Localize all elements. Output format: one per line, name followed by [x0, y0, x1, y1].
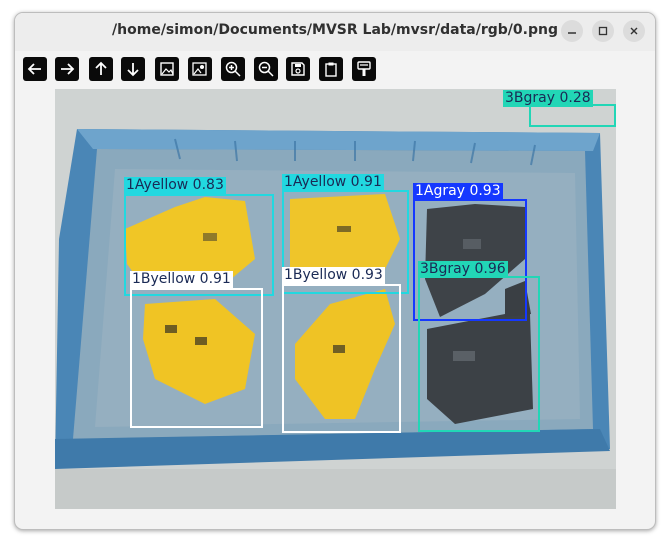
- arrow-up-icon: [95, 61, 107, 75]
- forward-button[interactable]: [55, 57, 79, 81]
- detection-label: 3Bgray 0.28: [503, 90, 593, 107]
- zoom-out-button[interactable]: [254, 57, 278, 81]
- fit-image-button[interactable]: [155, 57, 179, 81]
- detection-label: 1Agray 0.93: [413, 183, 503, 200]
- minimize-button[interactable]: [561, 20, 583, 42]
- clipboard-icon: [325, 62, 337, 77]
- detection-label: 1Ayellow 0.83: [124, 177, 226, 194]
- maximize-button[interactable]: [592, 20, 614, 42]
- image-settings-button[interactable]: [188, 57, 212, 81]
- back-button[interactable]: [23, 57, 47, 81]
- zoom-in-icon: [225, 61, 241, 77]
- close-icon: [630, 27, 638, 35]
- arrow-down-icon: [127, 63, 139, 77]
- detection-label: 1Byellow 0.93: [282, 267, 385, 284]
- image-person-icon: [192, 62, 207, 76]
- save-icon: [291, 62, 305, 76]
- title-bar[interactable]: /home/simon/Documents/MVSR Lab/mvsr/data…: [15, 13, 655, 51]
- detection-label: 3Bgray 0.96: [418, 261, 508, 278]
- zoom-out-icon: [258, 61, 274, 77]
- image-icon: [160, 62, 174, 76]
- detection-box: [529, 104, 616, 127]
- paint-button[interactable]: [352, 57, 376, 81]
- clipboard-button[interactable]: [319, 57, 343, 81]
- paint-icon: [357, 61, 371, 76]
- window-title: /home/simon/Documents/MVSR Lab/mvsr/data…: [112, 22, 558, 38]
- image-viewer-window: /home/simon/Documents/MVSR Lab/mvsr/data…: [14, 12, 656, 530]
- zoom-in-button[interactable]: [221, 57, 245, 81]
- maximize-icon: [598, 26, 608, 36]
- detection-box: [418, 276, 540, 432]
- arrow-right-icon: [61, 63, 75, 75]
- save-button[interactable]: [286, 57, 310, 81]
- minimize-icon: [568, 32, 576, 34]
- detection-label: 1Ayellow 0.91: [282, 174, 384, 191]
- detection-box: [130, 288, 263, 428]
- image-canvas[interactable]: 3Bgray 0.28 1Ayellow 0.83 1Ayellow 0.91 …: [55, 89, 616, 509]
- up-button[interactable]: [89, 57, 113, 81]
- close-button[interactable]: [623, 20, 645, 42]
- arrow-left-icon: [27, 63, 41, 75]
- detection-label: 1Byellow 0.91: [130, 271, 233, 288]
- detection-box: [282, 284, 401, 433]
- down-button[interactable]: [121, 57, 145, 81]
